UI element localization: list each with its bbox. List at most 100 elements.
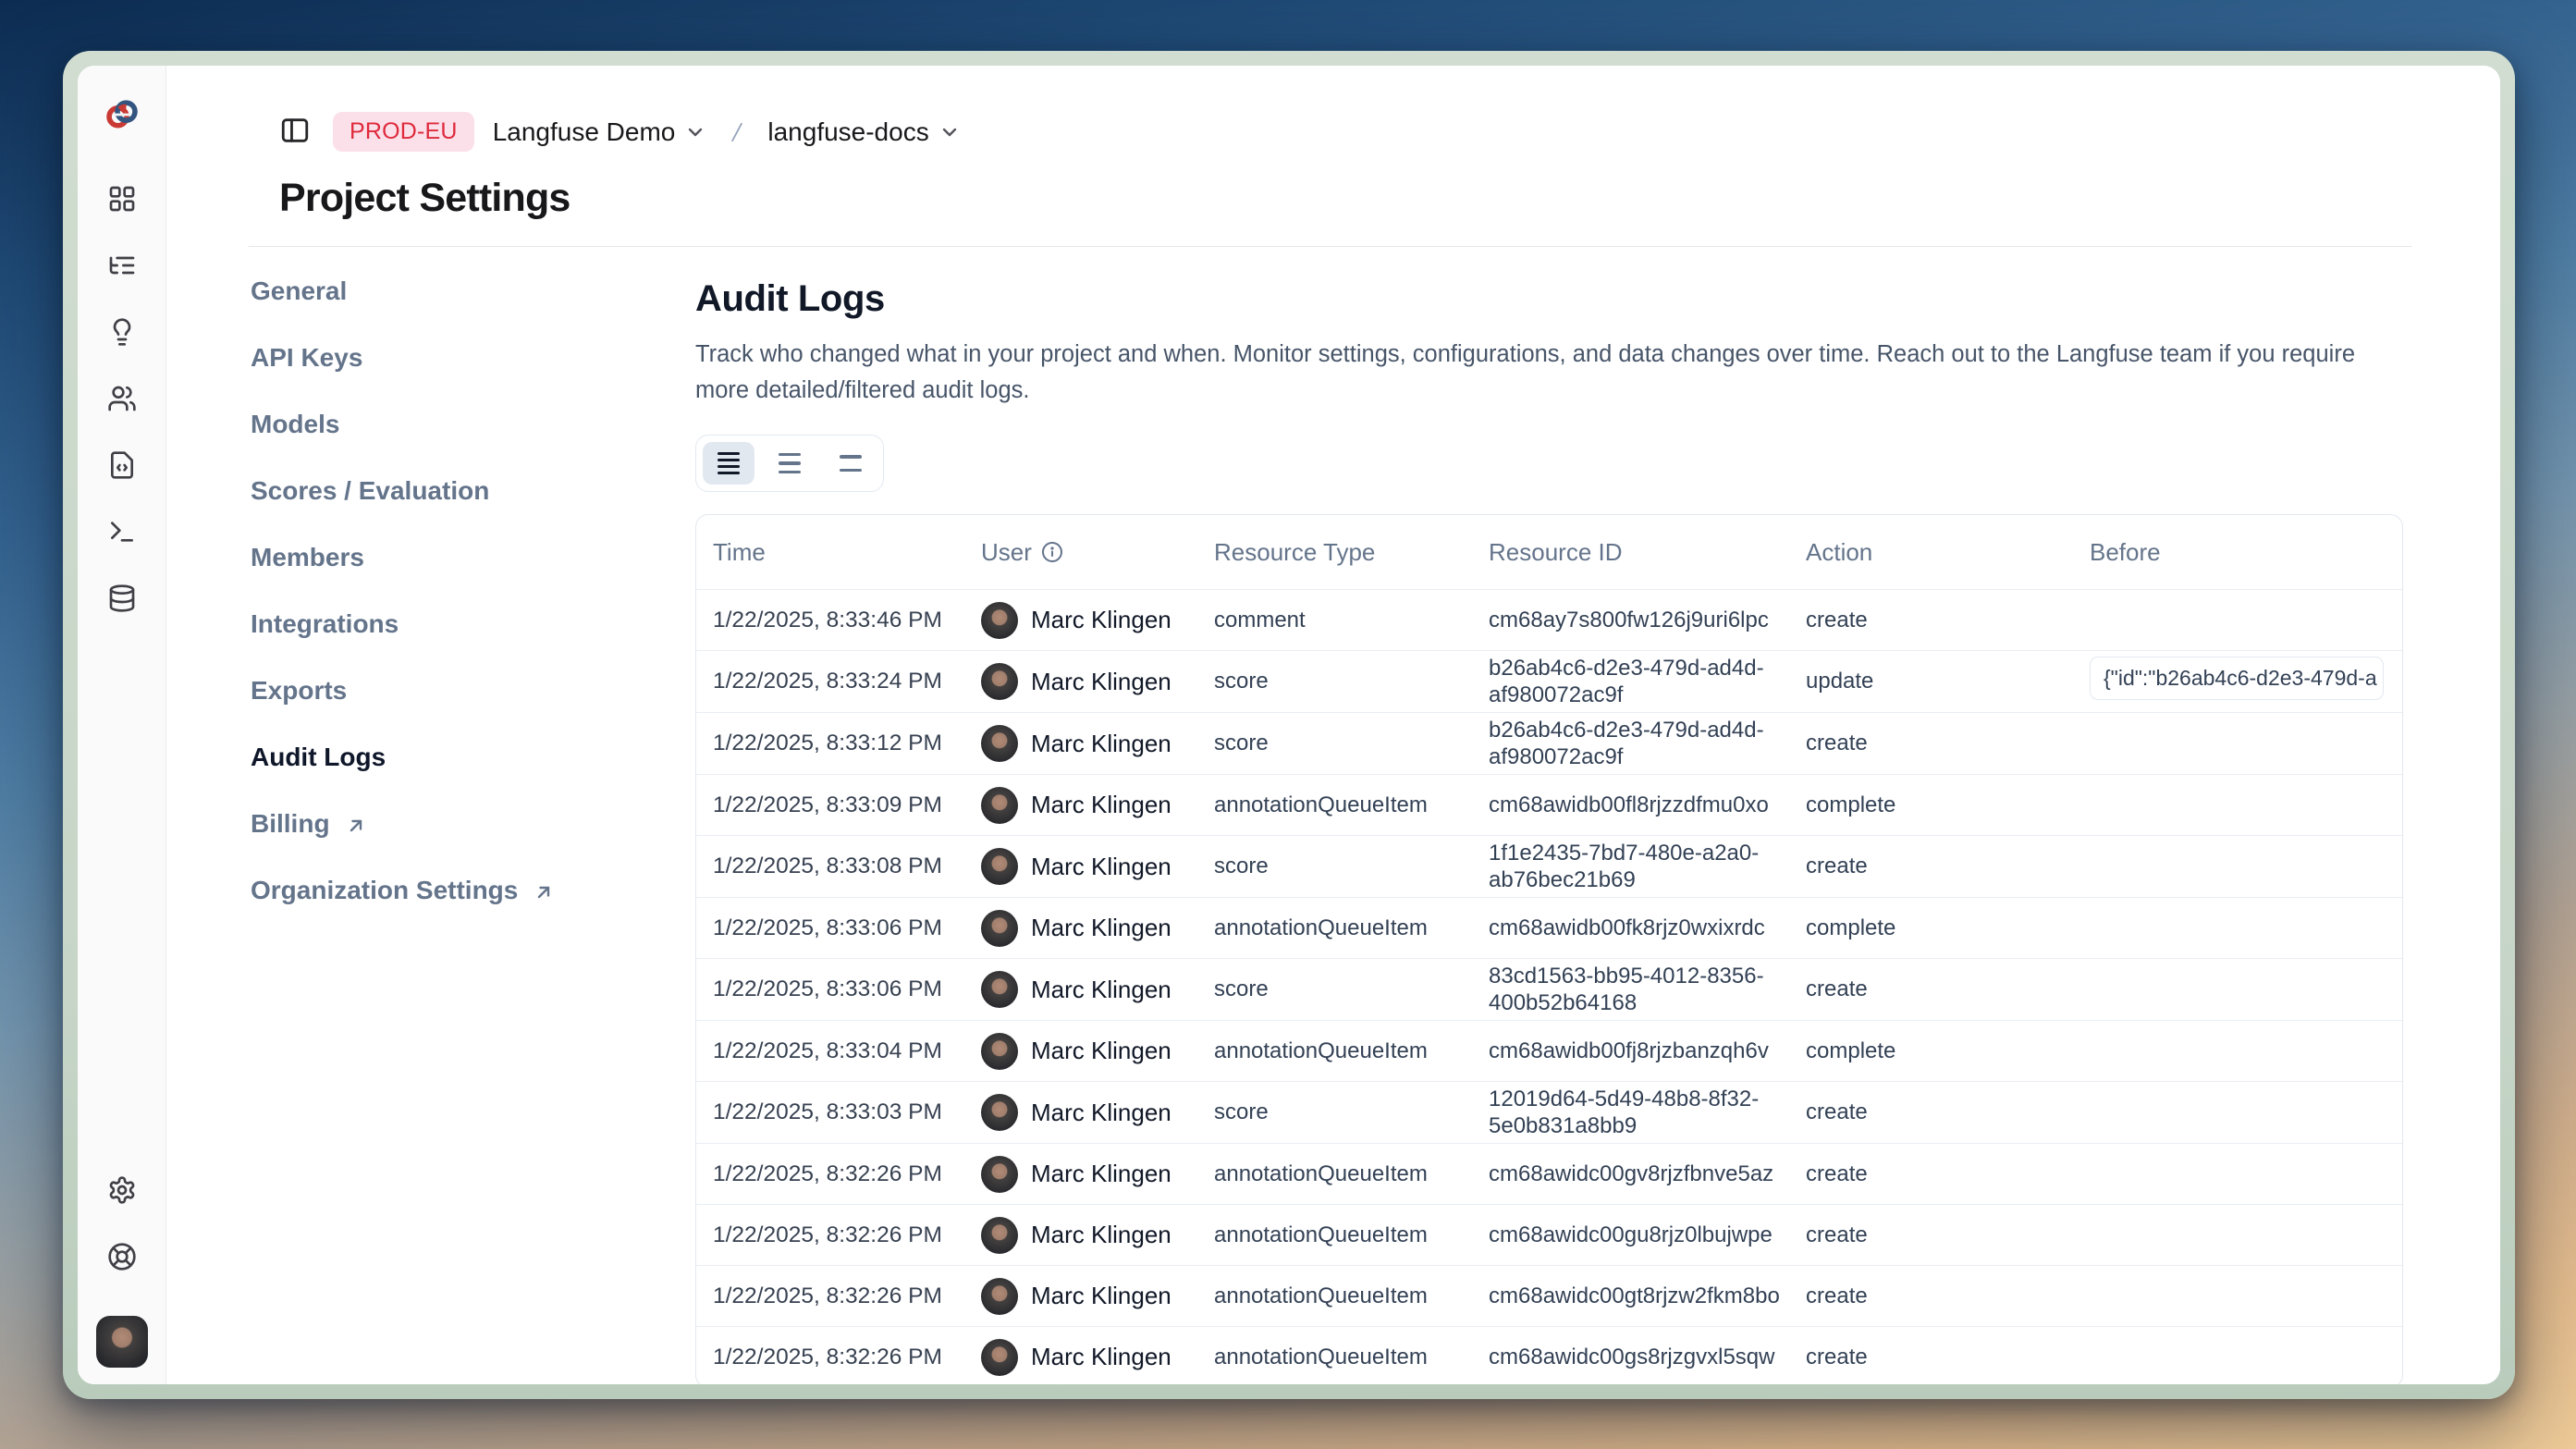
row-avatar	[981, 787, 1018, 824]
cell-time: 1/22/2025, 8:33:06 PM	[713, 976, 981, 1002]
chevron-down-icon	[938, 121, 961, 143]
desktop-background: PROD-EU Langfuse Demo langfuse-docs Proj…	[0, 0, 2576, 1449]
settings-nav-label: Organization Settings	[251, 876, 518, 905]
cell-resource-id: cm68awidb00fk8rjz0wxixrdc	[1489, 911, 1806, 945]
table-row[interactable]: 1/22/2025, 8:33:46 PM Marc Klingen comme…	[696, 589, 2402, 650]
users-icon[interactable]	[104, 380, 141, 417]
table-row[interactable]: 1/22/2025, 8:33:09 PM Marc Klingen annot…	[696, 774, 2402, 835]
rows-medium-button[interactable]	[764, 442, 816, 485]
settings-nav-item[interactable]: Members	[251, 537, 695, 578]
page-title: Project Settings	[279, 176, 2500, 221]
section-description: Track who changed what in your project a…	[695, 337, 2374, 409]
rows-dense-icon	[718, 452, 740, 475]
file-code-icon[interactable]	[104, 447, 141, 484]
cell-resource-type: score	[1214, 976, 1489, 1002]
lifebuoy-icon[interactable]	[104, 1238, 141, 1275]
panel-left-icon[interactable]	[279, 115, 314, 150]
table-row[interactable]: 1/22/2025, 8:33:06 PM Marc Klingen score…	[696, 958, 2402, 1020]
cell-resource-id: 1f1e2435-7bd7-480e-a2a0-ab76bec21b69	[1489, 836, 1806, 897]
dashboard-grid-icon[interactable]	[104, 180, 141, 217]
rows-loose-button[interactable]	[825, 442, 877, 485]
cell-resource-type: annotationQueueItem	[1214, 792, 1489, 818]
table-row[interactable]: 1/22/2025, 8:33:04 PM Marc Klingen annot…	[696, 1020, 2402, 1081]
cell-action: create	[1806, 1161, 2090, 1187]
row-username: Marc Klingen	[1031, 668, 1171, 696]
settings-nav-label: Members	[251, 543, 364, 572]
cell-before: {"id":"b26ab4c6-d2e3-479d-a	[2090, 657, 2402, 706]
settings-nav-item[interactable]: Billing	[251, 804, 695, 844]
breadcrumb-slash-icon	[725, 117, 749, 148]
cell-resource-type: score	[1214, 1099, 1489, 1125]
cell-resource-id: cm68awidc00gv8rjzfbnve5az	[1489, 1157, 1806, 1191]
cell-user: Marc Klingen	[981, 971, 1214, 1008]
col-header-before: Before	[2090, 538, 2402, 567]
settings-nav-item[interactable]: Integrations	[251, 604, 695, 645]
database-icon[interactable]	[104, 580, 141, 617]
settings-nav-item[interactable]: Organization Settings	[251, 870, 695, 911]
lightbulb-icon[interactable]	[104, 313, 141, 350]
table-row[interactable]: 1/22/2025, 8:32:26 PM Marc Klingen annot…	[696, 1326, 2402, 1384]
cell-resource-type: comment	[1214, 608, 1489, 633]
cell-time: 1/22/2025, 8:33:24 PM	[713, 669, 981, 694]
langfuse-logo-icon[interactable]	[104, 97, 140, 132]
table-row[interactable]: 1/22/2025, 8:33:03 PM Marc Klingen score…	[696, 1081, 2402, 1143]
settings-nav-label: Integrations	[251, 609, 399, 639]
cell-action: create	[1806, 1345, 2090, 1370]
table-row[interactable]: 1/22/2025, 8:32:26 PM Marc Klingen annot…	[696, 1265, 2402, 1326]
cell-resource-id: 12019d64-5d49-48b8-8f32-5e0b831a8bb9	[1489, 1082, 1806, 1143]
col-header-action: Action	[1806, 538, 2090, 567]
cell-time: 1/22/2025, 8:33:04 PM	[713, 1038, 981, 1064]
terminal-icon[interactable]	[104, 513, 141, 550]
cell-action: complete	[1806, 915, 2090, 941]
row-avatar	[981, 848, 1018, 885]
cell-resource-id: 83cd1563-bb95-4012-8356-400b52b64168	[1489, 959, 1806, 1020]
settings-nav-label: Models	[251, 410, 339, 439]
row-username: Marc Klingen	[1031, 1282, 1171, 1310]
row-username: Marc Klingen	[1031, 976, 1171, 1004]
cell-time: 1/22/2025, 8:32:26 PM	[713, 1283, 981, 1309]
cell-action: create	[1806, 1222, 2090, 1248]
cell-user: Marc Klingen	[981, 1094, 1214, 1131]
before-json-snippet[interactable]: {"id":"b26ab4c6-d2e3-479d-a	[2090, 657, 2384, 700]
gear-icon[interactable]	[104, 1172, 141, 1209]
org-name: Langfuse Demo	[493, 117, 676, 147]
settings-nav-item[interactable]: Exports	[251, 670, 695, 711]
cell-action: create	[1806, 853, 2090, 879]
settings-nav-item[interactable]: Audit Logs	[251, 737, 695, 778]
table-row[interactable]: 1/22/2025, 8:33:12 PM Marc Klingen score…	[696, 712, 2402, 774]
table-row[interactable]: 1/22/2025, 8:33:08 PM Marc Klingen score…	[696, 835, 2402, 897]
row-avatar	[981, 1217, 1018, 1254]
settings-nav-item[interactable]: Scores / Evaluation	[251, 471, 695, 511]
cell-user: Marc Klingen	[981, 1217, 1214, 1254]
col-header-user: User	[981, 538, 1214, 567]
org-switcher[interactable]: Langfuse Demo	[493, 117, 707, 147]
cell-action: create	[1806, 608, 2090, 633]
table-row[interactable]: 1/22/2025, 8:33:24 PM Marc Klingen score…	[696, 650, 2402, 712]
cell-time: 1/22/2025, 8:33:09 PM	[713, 792, 981, 818]
rows-dense-button[interactable]	[703, 442, 754, 485]
row-username: Marc Klingen	[1031, 730, 1171, 758]
cell-user: Marc Klingen	[981, 1339, 1214, 1376]
cell-resource-type: annotationQueueItem	[1214, 1283, 1489, 1309]
info-icon[interactable]	[1041, 541, 1063, 563]
user-avatar[interactable]	[96, 1316, 148, 1368]
settings-nav-item[interactable]: Models	[251, 404, 695, 445]
cell-time: 1/22/2025, 8:33:03 PM	[713, 1099, 981, 1125]
settings-nav-label: Scores / Evaluation	[251, 476, 489, 506]
cell-user: Marc Klingen	[981, 602, 1214, 639]
cell-resource-id: cm68awidb00fl8rjzzdfmu0xo	[1489, 788, 1806, 822]
list-tree-icon[interactable]	[104, 247, 141, 284]
cell-time: 1/22/2025, 8:33:06 PM	[713, 915, 981, 941]
settings-nav-item[interactable]: General	[251, 271, 695, 312]
row-username: Marc Klingen	[1031, 914, 1171, 942]
settings-nav-item[interactable]: API Keys	[251, 338, 695, 378]
row-avatar	[981, 1094, 1018, 1131]
table-row[interactable]: 1/22/2025, 8:32:26 PM Marc Klingen annot…	[696, 1204, 2402, 1265]
settings-nav: General API Keys	[251, 247, 695, 1384]
breadcrumb: PROD-EU Langfuse Demo langfuse-docs	[166, 66, 2500, 152]
table-row[interactable]: 1/22/2025, 8:32:26 PM Marc Klingen annot…	[696, 1143, 2402, 1204]
cell-user: Marc Klingen	[981, 1033, 1214, 1070]
table-row[interactable]: 1/22/2025, 8:33:06 PM Marc Klingen annot…	[696, 897, 2402, 958]
cell-user: Marc Klingen	[981, 1278, 1214, 1315]
project-switcher[interactable]: langfuse-docs	[767, 117, 960, 147]
